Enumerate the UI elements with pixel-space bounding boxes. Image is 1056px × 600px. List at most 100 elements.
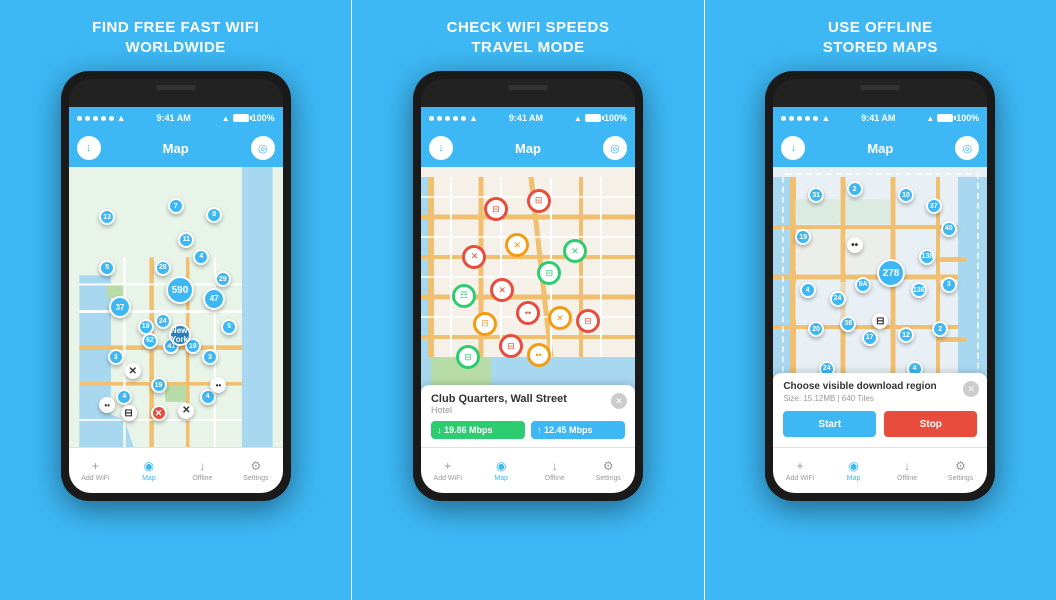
marker-ny[interactable]: New York <box>169 324 191 346</box>
marker-5b[interactable]: 5 <box>221 319 237 335</box>
marker-29[interactable]: 29 <box>215 271 231 287</box>
popup-hotel-name: Club Quarters, Wall Street <box>431 393 625 405</box>
om12[interactable]: 136 <box>911 282 927 298</box>
tm2[interactable]: ⊟ <box>527 189 551 213</box>
nav-offline-3[interactable]: ↓ Offline <box>880 448 934 493</box>
marker-7[interactable]: 7 <box>168 198 184 214</box>
om11[interactable]: 9A <box>855 277 871 293</box>
offline-icon-2: ↓ <box>552 459 558 473</box>
nav-settings-3[interactable]: ⚙ Settings <box>934 448 988 493</box>
marker-62[interactable]: 62 <box>142 333 158 349</box>
tm12[interactable]: ⊟ <box>499 334 523 358</box>
app-header-1: ↓ Map ◎ <box>69 129 283 167</box>
om15[interactable]: 38 <box>840 316 856 332</box>
tm5[interactable]: ☶ <box>452 284 476 308</box>
start-download-button[interactable]: Start <box>783 411 876 437</box>
om-tool1[interactable]: ⊟ <box>872 313 888 329</box>
tm13[interactable]: ⊟ <box>576 309 600 333</box>
marker-8[interactable]: 8 <box>206 207 222 223</box>
om14[interactable]: 20 <box>808 321 824 337</box>
nav-map-label-3: Map <box>847 475 861 482</box>
marker-bed[interactable]: ⊟ <box>121 405 137 421</box>
map-icon-3: ◉ <box>848 459 858 473</box>
nav-settings-1[interactable]: ⚙ Settings <box>229 448 283 493</box>
om6[interactable]: 19 <box>795 229 811 245</box>
om13[interactable]: 3 <box>941 277 957 293</box>
marker-24[interactable]: 24 <box>155 313 171 329</box>
marker-red1[interactable]: ✕ <box>151 405 167 421</box>
locate-btn-3[interactable]: ◎ <box>955 136 979 160</box>
om4[interactable]: 37 <box>926 198 942 214</box>
marker-590[interactable]: 590 <box>166 276 194 304</box>
om3[interactable]: 10 <box>898 187 914 203</box>
nav-add-wifi-label-3: Add WiFi <box>786 475 814 482</box>
marker-11[interactable]: 11 <box>178 232 194 248</box>
map-icon-1: ◉ <box>144 459 154 473</box>
nav-add-wifi-2[interactable]: + Add WiFi <box>421 448 475 493</box>
back-btn-3[interactable]: ↓ <box>781 136 805 160</box>
map-title-2: Map <box>515 141 541 156</box>
map-area-1[interactable]: 590 37 47 19 24 62 41 18 3 13 7 8 11 4 2… <box>69 167 283 447</box>
map-area-3[interactable]: 31 2 10 37 40 19 138 278 4 24 9A 136 3 2… <box>773 167 987 447</box>
marker-4a[interactable]: 4 <box>193 249 209 265</box>
nav-map-1[interactable]: ◉ Map <box>122 448 176 493</box>
marker-dots[interactable]: •• <box>99 397 115 413</box>
tm10[interactable]: •• <box>516 301 540 325</box>
nav-settings-label-2: Settings <box>596 475 621 482</box>
add-wifi-icon-1: + <box>92 459 99 473</box>
map-bg-2: ⊟ ⊟ ✕ ✕ ☶ ✕ <box>421 167 635 447</box>
om17[interactable]: 12 <box>898 327 914 343</box>
marker-47[interactable]: 47 <box>203 288 225 310</box>
nav-add-wifi-3[interactable]: + Add WiFi <box>773 448 827 493</box>
om9[interactable]: 4 <box>800 282 816 298</box>
nav-settings-2[interactable]: ⚙ Settings <box>581 448 635 493</box>
nav-offline-1[interactable]: ↓ Offline <box>176 448 230 493</box>
tm8[interactable]: ✕ <box>563 239 587 263</box>
om2[interactable]: 2 <box>847 181 863 197</box>
nav-offline-label-3: Offline <box>897 475 917 482</box>
marker-26[interactable]: 26 <box>155 260 171 276</box>
om8[interactable]: 278 <box>877 259 905 287</box>
marker-3b[interactable]: 3 <box>202 349 218 365</box>
wifi-icon: ▲ <box>117 113 126 123</box>
marker-tool2[interactable]: ✕ <box>178 403 194 419</box>
om7[interactable]: 138 <box>919 249 935 265</box>
back-btn-1[interactable]: ↓ <box>77 136 101 160</box>
phone-speaker-2 <box>508 85 548 90</box>
om-tool2[interactable]: •• <box>847 237 863 253</box>
stop-download-button[interactable]: Stop <box>884 411 977 437</box>
nav-offline-2[interactable]: ↓ Offline <box>528 448 582 493</box>
tm1[interactable]: ⊟ <box>484 197 508 221</box>
tm7[interactable]: ⊟ <box>537 261 561 285</box>
nav-map-2[interactable]: ◉ Map <box>474 448 528 493</box>
speed-download: ↓ 19.86 Mbps <box>431 421 525 439</box>
om1[interactable]: 31 <box>808 187 824 203</box>
marker-4b[interactable]: 4 <box>116 389 132 405</box>
nav-map-3[interactable]: ◉ Map <box>827 448 881 493</box>
om5[interactable]: 40 <box>941 221 957 237</box>
tm15[interactable]: •• <box>527 343 551 367</box>
om18[interactable]: 2 <box>932 321 948 337</box>
panel-1-title: FIND FREE FAST WIFI WORLDWIDE <box>92 18 259 57</box>
marker-tool1[interactable]: ✕ <box>125 363 141 379</box>
om10[interactable]: 24 <box>830 291 846 307</box>
marker-13[interactable]: 13 <box>99 209 115 225</box>
back-btn-2[interactable]: ↓ <box>429 136 453 160</box>
marker-5a[interactable]: 5 <box>99 260 115 276</box>
tm4[interactable]: ✕ <box>462 245 486 269</box>
marker-19b[interactable]: 19 <box>151 377 167 393</box>
locate-btn-2[interactable]: ◎ <box>603 136 627 160</box>
marker-37[interactable]: 37 <box>109 296 131 318</box>
map-area-2[interactable]: ⊟ ⊟ ✕ ✕ ☶ ✕ <box>421 167 635 447</box>
tm9[interactable]: ⊟ <box>473 312 497 336</box>
om16[interactable]: 17 <box>862 330 878 346</box>
nav-add-wifi-1[interactable]: + Add WiFi <box>69 448 123 493</box>
popup-close-btn[interactable]: ✕ <box>611 393 627 409</box>
tm3[interactable]: ✕ <box>505 233 529 257</box>
locate-btn-1[interactable]: ◎ <box>251 136 275 160</box>
tm11[interactable]: ✕ <box>548 306 572 330</box>
marker-3c[interactable]: 3 <box>108 349 124 365</box>
marker-dots2[interactable]: •• <box>210 377 226 393</box>
tm6[interactable]: ✕ <box>490 278 514 302</box>
tm14[interactable]: ⊟ <box>456 345 480 369</box>
